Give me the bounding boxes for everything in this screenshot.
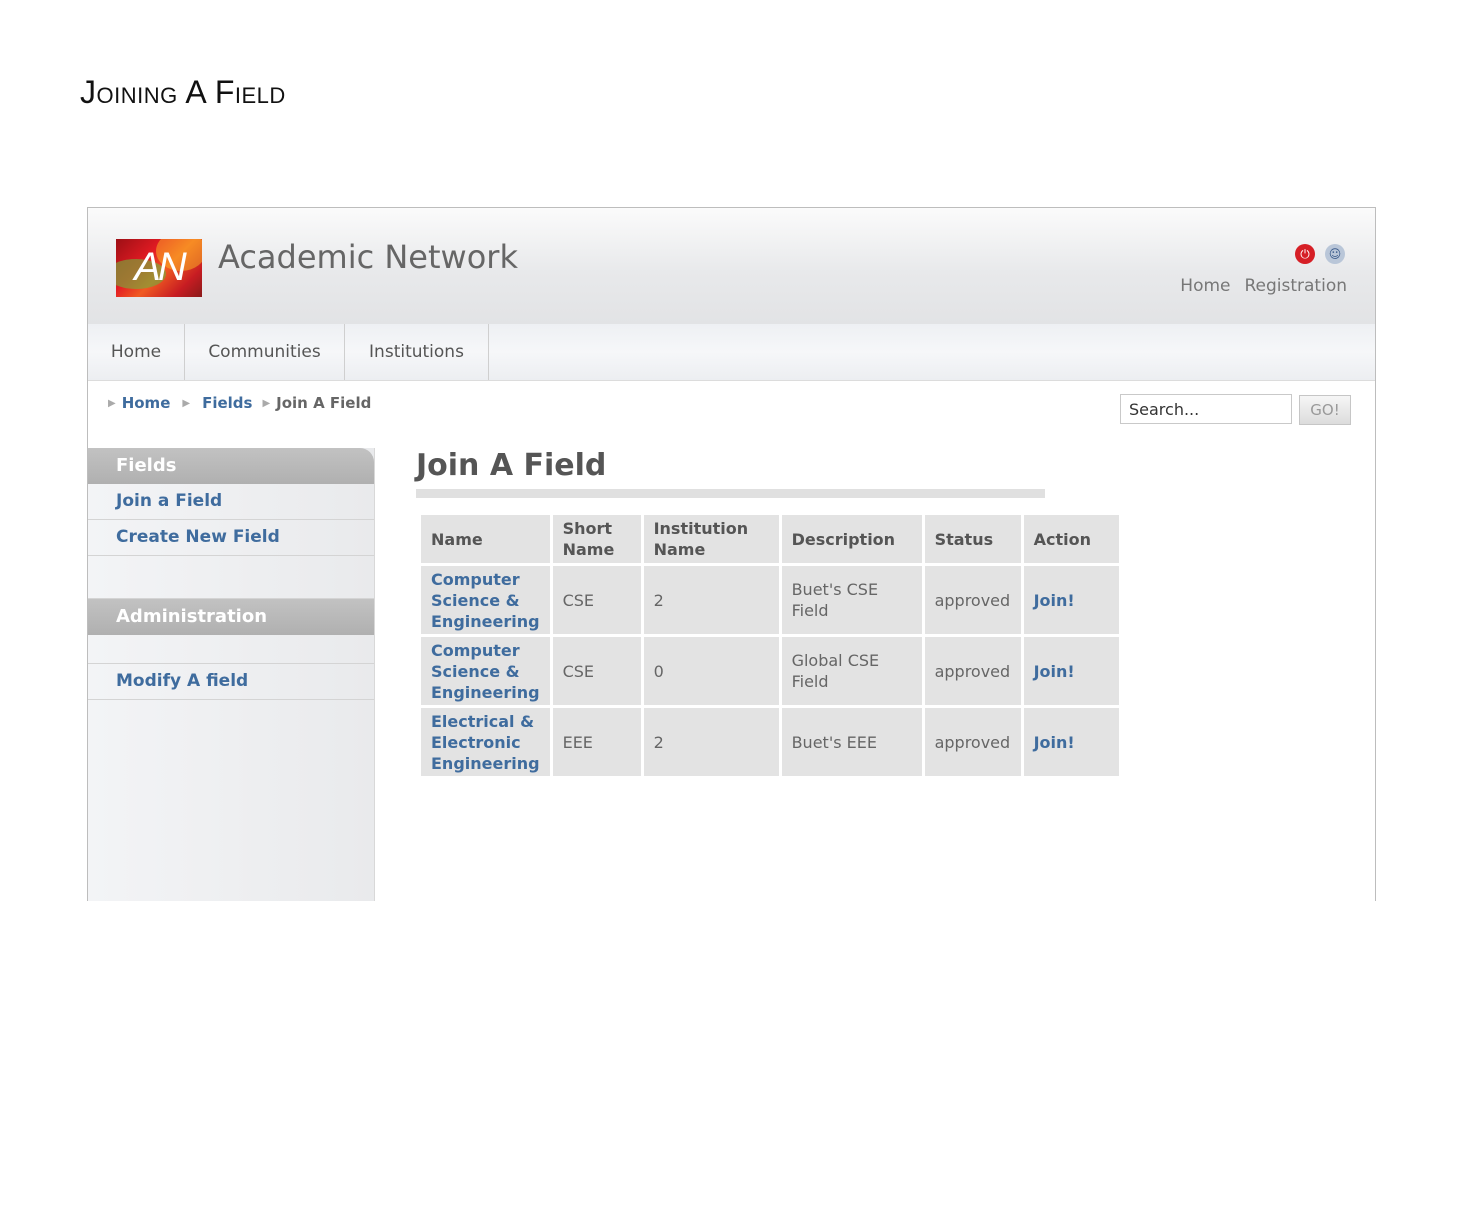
field-short-name: CSE: [552, 566, 641, 634]
breadcrumb-home[interactable]: Home: [122, 394, 171, 412]
search-go-button[interactable]: GO!: [1299, 395, 1351, 425]
breadcrumb: ▶ Home ▶ Fields ▶ Join A Field: [108, 394, 371, 412]
field-name-link[interactable]: Computer Science & Engineering: [421, 566, 550, 634]
breadcrumb-current: Join A Field: [276, 394, 372, 412]
nav-item-institutions[interactable]: Institutions: [345, 324, 489, 380]
field-short-name: EEE: [552, 708, 641, 776]
top-links: Home Registration: [1180, 276, 1347, 296]
nav-item-home[interactable]: Home: [88, 324, 185, 380]
power-icon[interactable]: ⏻: [1295, 244, 1315, 264]
field-description: Buet's CSE Field: [781, 566, 922, 634]
field-name-link[interactable]: Electrical & Electronic Engineering: [421, 708, 550, 776]
column-header-name: Name: [421, 515, 550, 563]
field-name-link[interactable]: Computer Science & Engineering: [421, 637, 550, 705]
field-description: Global CSE Field: [781, 637, 922, 705]
field-status: approved: [924, 708, 1021, 776]
table-row: Computer Science & Engineering CSE 2 Bue…: [421, 566, 1119, 634]
site-logo[interactable]: AN: [116, 239, 202, 297]
column-header-action: Action: [1023, 515, 1119, 563]
sidebar-header-fields: Fields: [88, 448, 374, 484]
main-nav: Home Communities Institutions: [88, 324, 1375, 381]
column-header-description: Description: [781, 515, 922, 563]
sidebar-header-administration: Administration: [88, 599, 374, 635]
join-link[interactable]: Join!: [1023, 708, 1119, 776]
breadcrumb-arrow-icon: ▶: [262, 397, 271, 409]
column-header-short-name: Short Name: [552, 515, 641, 563]
table-header-row: Name Short Name Institution Name Descrip…: [421, 515, 1119, 563]
field-status: approved: [924, 566, 1021, 634]
field-institution: 2: [643, 566, 779, 634]
field-status: approved: [924, 637, 1021, 705]
table-row: Electrical & Electronic Engineering EEE …: [421, 708, 1119, 776]
column-header-status: Status: [924, 515, 1021, 563]
breadcrumb-fields[interactable]: Fields: [202, 394, 252, 412]
join-link[interactable]: Join!: [1023, 637, 1119, 705]
page-title: Join A Field: [416, 448, 607, 483]
nav-item-communities[interactable]: Communities: [185, 324, 345, 380]
browser-frame: AN Academic Network ⏻ ☺ Home Registratio…: [87, 207, 1376, 901]
site-header: AN Academic Network ⏻ ☺ Home Registratio…: [88, 208, 1375, 325]
user-icon[interactable]: ☺: [1325, 244, 1345, 264]
field-institution: 2: [643, 708, 779, 776]
breadcrumb-arrow-icon: ▶: [182, 397, 191, 409]
field-short-name: CSE: [552, 637, 641, 705]
breadcrumb-arrow-icon: ▶: [108, 397, 116, 409]
top-link-registration[interactable]: Registration: [1244, 276, 1347, 296]
top-icons: ⏻ ☺: [1295, 244, 1345, 264]
table-row: Computer Science & Engineering CSE 0 Glo…: [421, 637, 1119, 705]
sidebar: Fields Join a Field Create New Field Adm…: [88, 448, 375, 901]
document-title: Joining A Field: [80, 74, 286, 110]
field-institution: 0: [643, 637, 779, 705]
fields-table: Name Short Name Institution Name Descrip…: [418, 512, 1122, 779]
sidebar-spacer: [88, 556, 374, 599]
join-link[interactable]: Join!: [1023, 566, 1119, 634]
sidebar-item-create-field[interactable]: Create New Field: [88, 520, 374, 556]
sidebar-spacer: [88, 635, 374, 664]
sidebar-item-join-field[interactable]: Join a Field: [88, 484, 374, 520]
sidebar-item-modify-field[interactable]: Modify A field: [88, 664, 374, 700]
site-title: Academic Network: [218, 238, 518, 276]
logo-text: AN: [134, 245, 187, 289]
column-header-institution-name: Institution Name: [643, 515, 779, 563]
heading-underline: [416, 489, 1045, 498]
search-input[interactable]: [1120, 394, 1292, 424]
field-description: Buet's EEE: [781, 708, 922, 776]
top-link-home[interactable]: Home: [1180, 276, 1230, 296]
